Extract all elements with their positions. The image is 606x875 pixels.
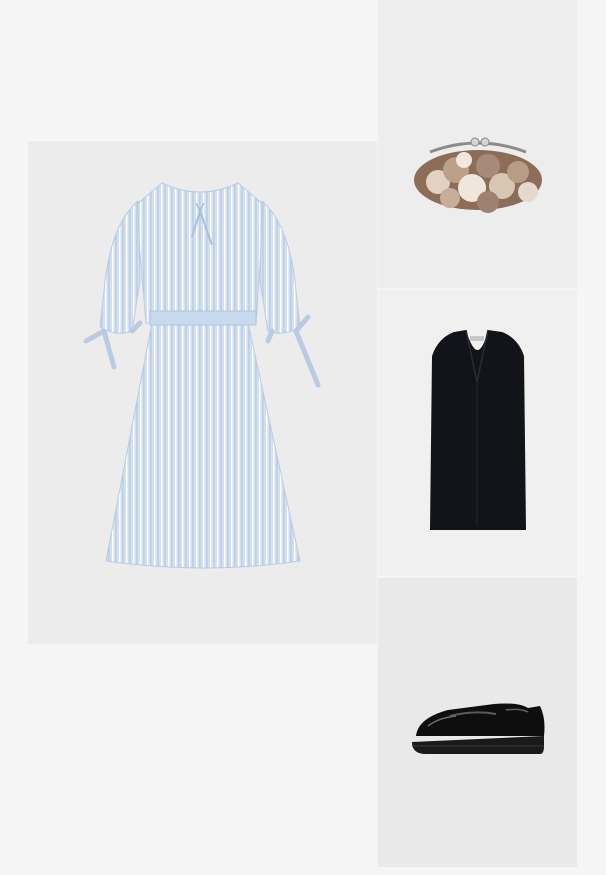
clutch-product-tile[interactable]	[378, 0, 577, 288]
striped-dress-image	[83, 182, 321, 569]
vest-product-tile[interactable]	[378, 290, 577, 576]
black-vest-image	[430, 329, 526, 530]
loafer-product-tile[interactable]	[378, 578, 577, 867]
dress-product-tile[interactable]	[28, 141, 377, 644]
black-loafer-image	[412, 703, 545, 754]
floral-clutch-image	[414, 137, 542, 213]
